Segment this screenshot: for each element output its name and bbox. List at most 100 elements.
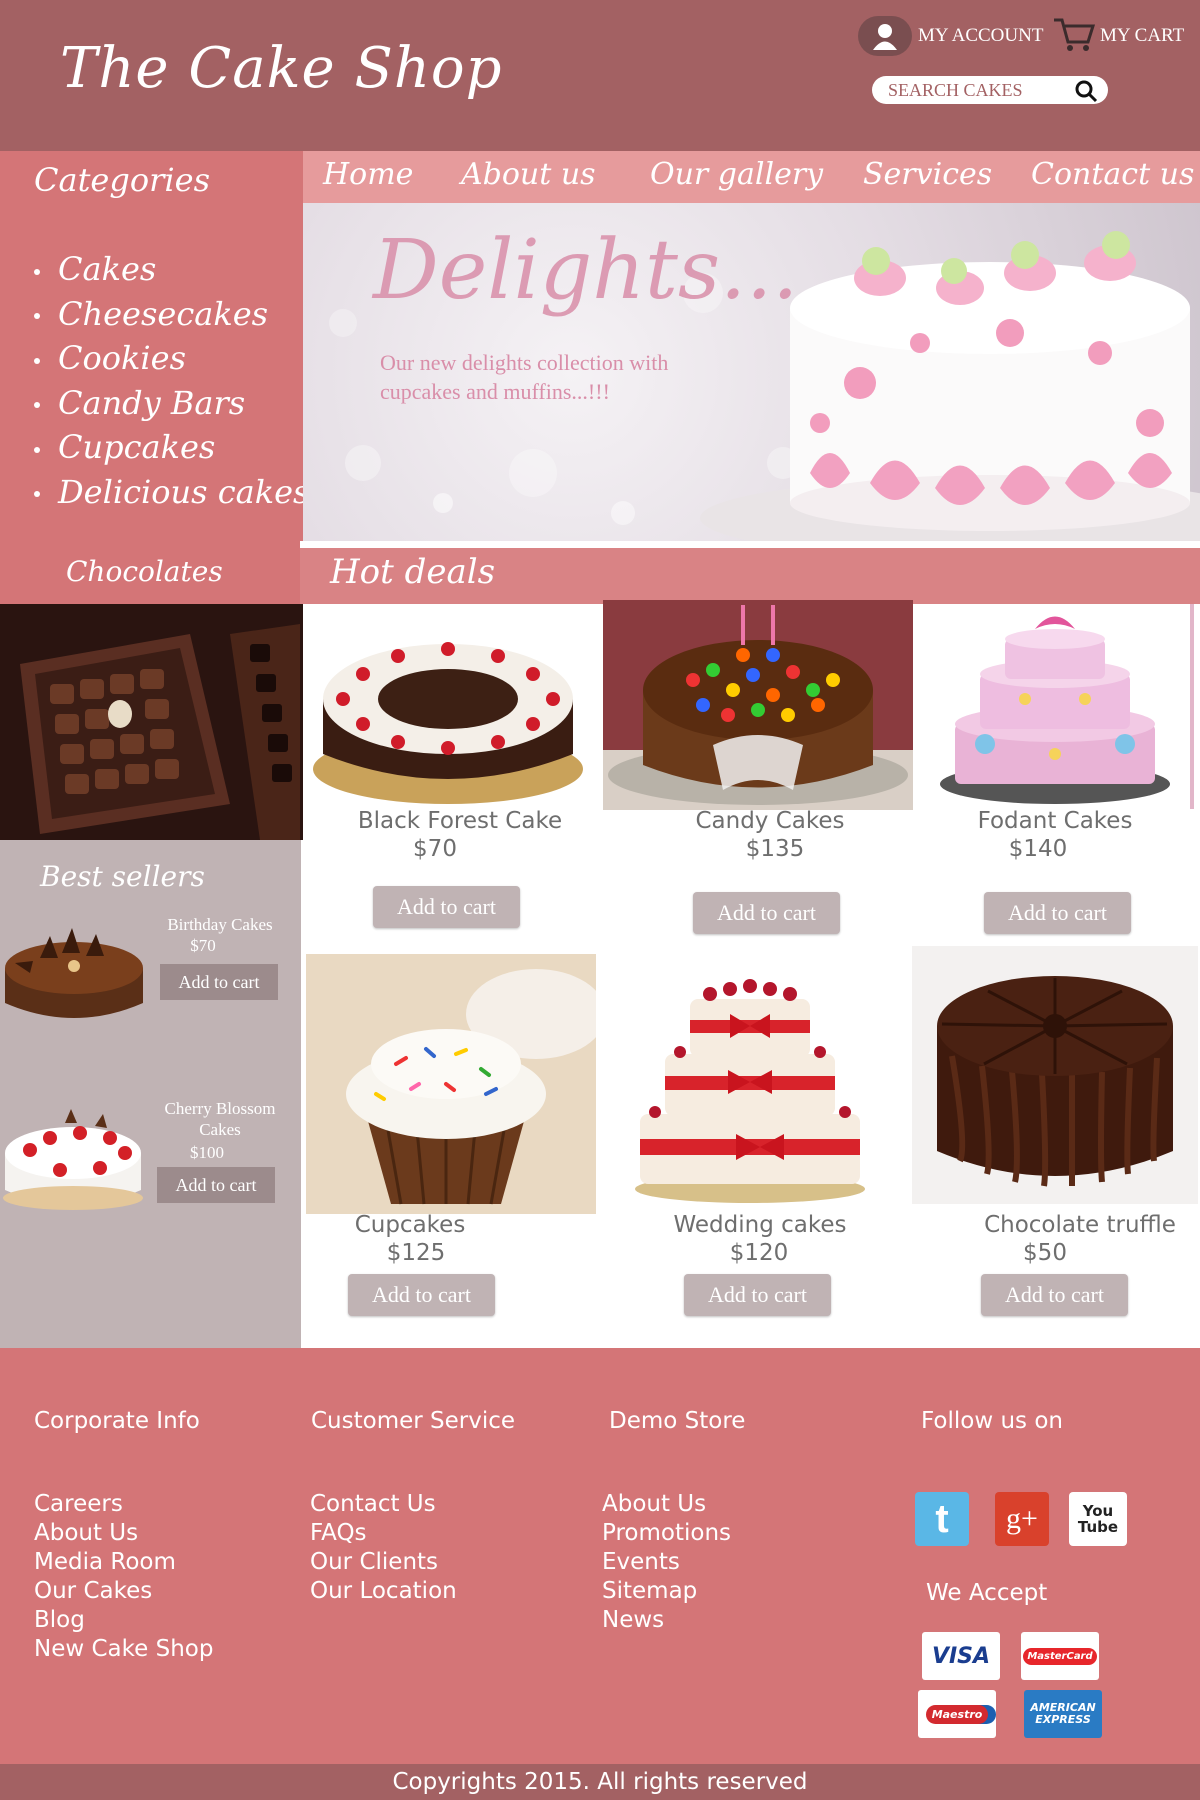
category-item-cheesecakes[interactable]: Cheesecakes — [34, 292, 309, 337]
bullet-icon — [34, 268, 40, 275]
banner-text: Our new delights collection with cupcake… — [380, 350, 669, 404]
add-to-cart-button[interactable]: Add to cart — [693, 892, 840, 934]
product-image-fondant-cakes[interactable] — [915, 604, 1195, 809]
best-sellers-panel: Best sellers Birthday Cakes $70 Add to c… — [0, 840, 301, 1348]
footer-link[interactable]: Our Location — [310, 1577, 457, 1606]
visa-label: VISA — [931, 1643, 991, 1669]
footer-link[interactable]: News — [602, 1606, 731, 1635]
google-plus-icon[interactable]: g+ — [995, 1492, 1049, 1546]
my-cart-label: MY CART — [1100, 25, 1185, 46]
bullet-icon — [34, 491, 40, 497]
product-image-candy-cakes[interactable] — [603, 600, 913, 810]
nav-about-us[interactable]: About us — [461, 157, 596, 192]
main-nav: Home About us Our gallery Services Conta… — [303, 151, 1200, 203]
footer-link[interactable]: About Us — [34, 1519, 213, 1548]
footer-link[interactable]: Contact Us — [310, 1490, 457, 1519]
search-icon[interactable] — [1074, 79, 1098, 107]
category-item-delicious-cakes[interactable]: Delicious cakes — [34, 470, 309, 515]
category-label: Cakes — [58, 250, 157, 288]
category-label: Delicious cakes — [58, 472, 310, 511]
hot-deals-title: Hot deals — [330, 552, 496, 592]
bullet-icon — [34, 313, 40, 319]
my-cart-link[interactable]: MY CART — [1052, 14, 1184, 58]
chocolates-title: Chocolates — [66, 555, 223, 588]
youtube-glyph: You Tube — [1077, 1502, 1119, 1536]
footer-link[interactable]: New Cake Shop — [34, 1635, 213, 1664]
categories-list: Cakes Cheesecakes Cookies Candy Bars Cup… — [34, 247, 309, 514]
add-to-cart-button[interactable]: Add to cart — [684, 1274, 831, 1316]
maestro-card-icon: Maestro — [918, 1690, 996, 1738]
footer-follow-title: Follow us on — [921, 1408, 1063, 1434]
best-seller-image-cherry-blossom-cakes[interactable] — [0, 1108, 146, 1214]
product-price: $70 — [413, 836, 457, 862]
search-input[interactable] — [888, 79, 1074, 101]
add-to-cart-button[interactable]: Add to cart — [157, 1167, 275, 1203]
footer-link[interactable]: Our Clients — [310, 1548, 457, 1577]
categories-panel: Categories Cakes Cheesecakes Cookies Can… — [0, 151, 309, 541]
best-seller-image-birthday-cakes[interactable] — [0, 918, 148, 1028]
user-icon — [858, 16, 912, 56]
cart-icon — [1052, 14, 1096, 59]
best-seller-price: $70 — [190, 936, 216, 955]
my-account-label: MY ACCOUNT — [918, 25, 1044, 46]
category-item-candy-bars[interactable]: Candy Bars — [34, 381, 309, 426]
product-name: Wedding cakes — [673, 1212, 847, 1238]
nav-services[interactable]: Services — [863, 157, 992, 192]
footer-demo-title: Demo Store — [609, 1408, 746, 1434]
footer-link[interactable]: Promotions — [602, 1519, 731, 1548]
amex-label: AMERICAN EXPRESS — [1030, 1701, 1096, 1726]
footer-corporate-title: Corporate Info — [34, 1408, 200, 1434]
category-item-cakes[interactable]: Cakes — [34, 247, 309, 292]
youtube-icon[interactable]: You Tube — [1069, 1492, 1127, 1546]
footer-link[interactable]: Blog — [34, 1606, 213, 1635]
product-price: $120 — [729, 1240, 789, 1266]
footer-link[interactable]: About Us — [602, 1490, 731, 1519]
product-price: $50 — [1023, 1240, 1067, 1266]
add-to-cart-button[interactable]: Add to cart — [984, 892, 1131, 934]
nav-home[interactable]: Home — [323, 157, 413, 192]
product-image-chocolate-truffle[interactable] — [912, 946, 1198, 1204]
categories-title: Categories — [34, 161, 210, 199]
nav-our-gallery[interactable]: Our gallery — [650, 157, 823, 192]
amex-card-icon: AMERICAN EXPRESS — [1024, 1690, 1102, 1738]
add-to-cart-button[interactable]: Add to cart — [373, 886, 520, 928]
footer-link[interactable]: Media Room — [34, 1548, 213, 1577]
we-accept-title: We Accept — [926, 1580, 1048, 1606]
category-label: Cheesecakes — [58, 294, 269, 333]
product-name: Cupcakes — [354, 1212, 466, 1238]
category-label: Cookies — [58, 339, 186, 377]
product-price: $125 — [386, 1240, 446, 1266]
best-seller-name: Birthday Cakes — [167, 915, 273, 934]
product-name: Chocolate truffle — [984, 1212, 1176, 1238]
maestro-label: Maestro — [925, 1704, 989, 1724]
category-item-cupcakes[interactable]: Cupcakes — [34, 425, 309, 470]
product-image-wedding-cakes[interactable] — [620, 954, 880, 1204]
chocolates-header[interactable]: Chocolates — [0, 541, 300, 604]
hero-banner[interactable]: Delights... Our new delights collection … — [303, 203, 1200, 541]
footer-link[interactable]: Sitemap — [602, 1577, 731, 1606]
bullet-icon — [34, 446, 40, 453]
mastercard-label: MasterCard — [1023, 1647, 1097, 1665]
add-to-cart-button[interactable]: Add to cart — [981, 1274, 1128, 1316]
add-to-cart-button[interactable]: Add to cart — [160, 964, 278, 1000]
footer-link[interactable]: FAQs — [310, 1519, 457, 1548]
best-sellers-title: Best sellers — [40, 860, 205, 893]
category-label: Candy Bars — [58, 383, 246, 422]
twitter-glyph: t — [935, 1496, 949, 1541]
twitter-icon[interactable]: t — [915, 1492, 969, 1546]
chocolates-image[interactable] — [0, 604, 303, 840]
category-item-cookies[interactable]: Cookies — [34, 336, 309, 381]
nav-contact-us[interactable]: Contact us — [1031, 157, 1194, 192]
footer-link[interactable]: Our Cakes — [34, 1577, 213, 1606]
product-image-black-forest[interactable] — [303, 604, 593, 809]
footer-corporate-links: Careers About Us Media Room Our Cakes Bl… — [34, 1490, 213, 1664]
footer-link[interactable]: Careers — [34, 1490, 213, 1519]
hot-deals-header: Hot deals — [300, 548, 1200, 604]
footer-link[interactable]: Events — [602, 1548, 731, 1577]
visa-card-icon: VISA — [922, 1632, 1000, 1680]
my-account-link[interactable]: MY ACCOUNT — [858, 14, 1043, 58]
product-image-cupcakes[interactable] — [306, 954, 596, 1214]
bullet-icon — [34, 402, 40, 408]
site-logo[interactable]: The Cake Shop — [60, 36, 502, 101]
add-to-cart-button[interactable]: Add to cart — [348, 1274, 495, 1316]
